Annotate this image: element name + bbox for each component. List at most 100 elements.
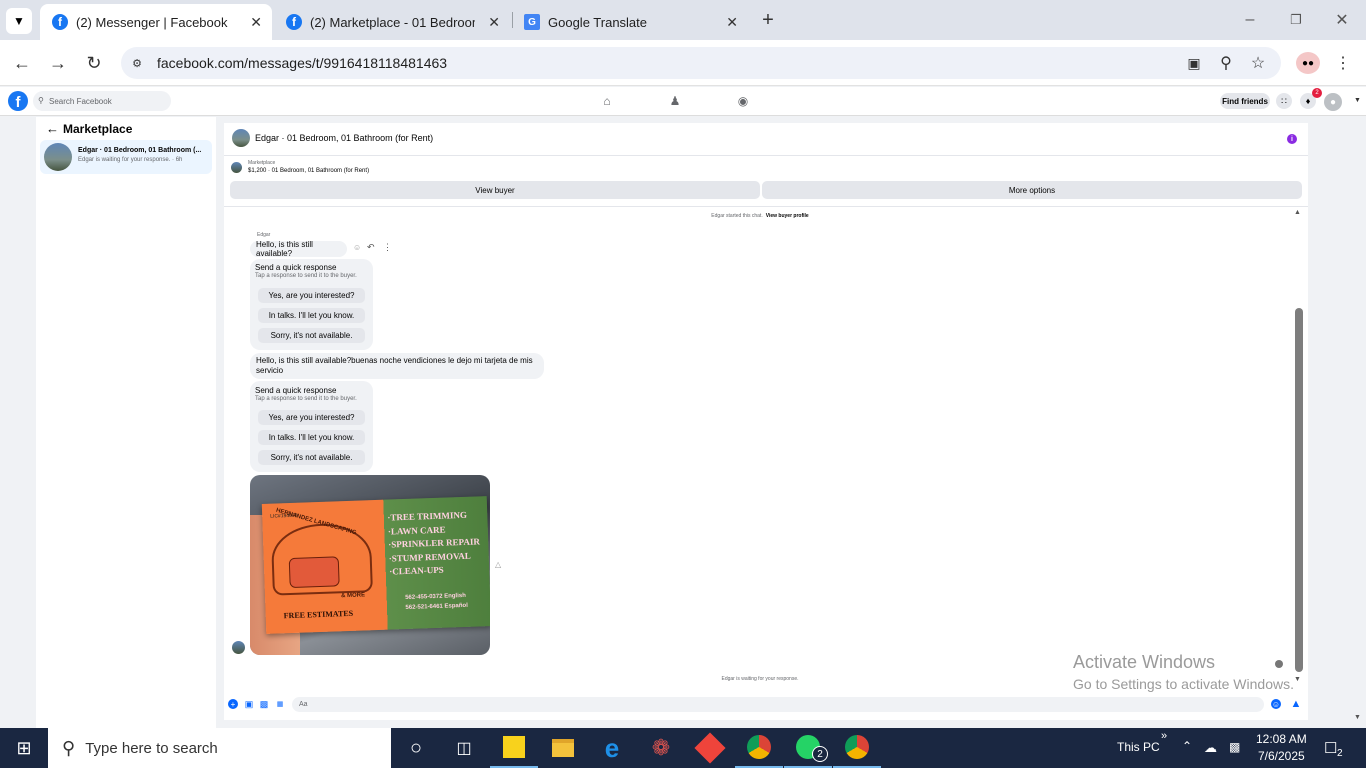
- scroll-down-arrow-icon[interactable]: ▼: [1294, 676, 1301, 683]
- emoji-icon[interactable]: ☺: [1271, 699, 1281, 709]
- sticky-notes-icon[interactable]: [490, 728, 538, 768]
- tab-marketplace[interactable]: f (2) Marketplace - 01 Bedroom, 0 ✕: [274, 4, 510, 40]
- file-explorer-icon[interactable]: [539, 728, 587, 768]
- facebook-favicon-icon: f: [286, 14, 302, 30]
- quick-response-card: Send a quick response Tap a response to …: [250, 259, 373, 350]
- task-view-icon[interactable]: ◫: [440, 728, 488, 768]
- chrome-profile-icon[interactable]: [833, 728, 881, 768]
- install-app-icon[interactable]: ▣: [1182, 52, 1206, 74]
- reply-icon[interactable]: ↶: [367, 242, 375, 253]
- groups-icon[interactable]: ◉: [734, 93, 752, 109]
- quick-response-option[interactable]: In talks. I'll let you know.: [258, 430, 365, 445]
- view-buyer-button[interactable]: View buyer: [230, 181, 760, 199]
- activate-windows-subtitle: Go to Settings to activate Windows.: [1073, 676, 1294, 692]
- quick-response-option[interactable]: Yes, are you interested?: [258, 288, 365, 303]
- message-bubble[interactable]: Hello, is this still available?: [250, 240, 347, 258]
- react-emoji-icon[interactable]: ☺: [353, 243, 361, 252]
- share-icon[interactable]: △: [495, 560, 501, 569]
- pinned-app-icon[interactable]: ❁: [637, 728, 685, 768]
- show-hidden-icons-icon[interactable]: ⌃: [1182, 739, 1192, 753]
- address-bar[interactable]: ⚙ facebook.com/messages/t/99164181184814…: [121, 47, 1281, 79]
- account-avatar[interactable]: ●: [1324, 93, 1342, 111]
- back-arrow-icon[interactable]: ←: [46, 121, 59, 136]
- back-arrow-icon[interactable]: ←: [10, 51, 34, 75]
- facebook-favicon-icon: f: [52, 14, 68, 30]
- activate-windows-title: Activate Windows: [1073, 652, 1216, 672]
- edge-browser-icon[interactable]: e: [588, 728, 636, 768]
- card-services: ·TREE TRIMMING ·LAWN CARE ·SPRINKLER REP…: [387, 508, 481, 579]
- view-buyer-profile-link[interactable]: View buyer profile: [766, 213, 809, 219]
- thumbs-up-icon[interactable]: ▲: [1290, 698, 1302, 710]
- conversation-list-item[interactable]: Edgar · 01 Bedroom, 01 Bathroom (... Edg…: [40, 140, 212, 174]
- taskbar-search-placeholder: Type here to search: [85, 739, 218, 757]
- network-icon[interactable]: ▩: [1229, 740, 1240, 754]
- tab-close-icon[interactable]: ✕: [488, 14, 500, 31]
- sticker-icon[interactable]: ▩: [259, 699, 269, 709]
- more-actions-icon[interactable]: ⋮: [383, 242, 392, 253]
- reload-icon[interactable]: ↻: [82, 51, 106, 75]
- clock[interactable]: 12:08 AM 7/6/2025: [1256, 731, 1307, 765]
- scroll-up-arrow-icon[interactable]: ▲: [1294, 209, 1301, 216]
- windows-start-icon[interactable]: ⊞: [0, 728, 48, 768]
- browser-menu-icon[interactable]: ⋮: [1334, 52, 1352, 74]
- menu-grid-icon[interactable]: ∷: [1276, 93, 1292, 109]
- window-minimize-icon[interactable]: –: [1238, 8, 1262, 32]
- anydesk-icon[interactable]: [686, 728, 734, 768]
- message-text: Hello, is this still available?: [256, 240, 313, 258]
- more-options-button[interactable]: More options: [762, 181, 1302, 199]
- quick-response-option[interactable]: Sorry, it's not available.: [258, 450, 365, 465]
- tab-close-icon[interactable]: ✕: [250, 14, 262, 31]
- chrome-icon[interactable]: [735, 728, 783, 768]
- account-chevron-icon[interactable]: ▼: [1354, 97, 1361, 104]
- new-tab-plus-icon[interactable]: +: [756, 8, 780, 32]
- waiting-status: Edgar is waiting for your response.: [721, 676, 799, 682]
- photo-icon[interactable]: ▣: [244, 699, 254, 709]
- card-phones: 562-455-0372 English 562-521-6461 Españo…: [405, 591, 468, 613]
- forward-arrow-icon[interactable]: →: [46, 51, 70, 75]
- this-pc-label[interactable]: This PC: [1117, 740, 1160, 754]
- sender-name: Edgar: [257, 232, 271, 238]
- find-friends-button[interactable]: Find friends: [1220, 93, 1270, 109]
- toolbar-expand-icon[interactable]: »: [1161, 730, 1167, 742]
- chat-start-text: Edgar started this chat.: [711, 213, 763, 219]
- quick-response-option[interactable]: Sorry, it's not available.: [258, 328, 365, 343]
- onedrive-cloud-icon[interactable]: ☁: [1204, 740, 1217, 756]
- facebook-search-input[interactable]: ⚲ Search Facebook: [33, 91, 171, 111]
- quick-response-subtitle: Tap a response to send it to the buyer.: [255, 396, 357, 402]
- bookmark-star-icon[interactable]: ☆: [1246, 52, 1270, 74]
- conversation-title: Edgar · 01 Bedroom, 01 Bathroom (...: [78, 147, 202, 154]
- message-text: Hello, is this still available?buenas no…: [256, 356, 533, 375]
- facebook-logo-icon[interactable]: f: [8, 91, 28, 111]
- message-bubble[interactable]: Hello, is this still available?buenas no…: [250, 353, 544, 379]
- chat-scrollbar-thumb[interactable]: [1295, 308, 1303, 672]
- tab-google-translate[interactable]: G Google Translate ✕: [512, 4, 748, 40]
- sender-avatar: [232, 641, 245, 654]
- quick-response-option[interactable]: Yes, are you interested?: [258, 410, 365, 425]
- gif-icon[interactable]: ▦: [275, 699, 285, 709]
- cortana-icon[interactable]: ○: [392, 728, 440, 768]
- add-plus-icon[interactable]: +: [228, 699, 238, 709]
- info-icon[interactable]: i: [1287, 134, 1297, 144]
- message-input[interactable]: Aa: [292, 697, 1264, 712]
- tab-messenger[interactable]: f (2) Messenger | Facebook ✕: [40, 4, 272, 40]
- friends-icon[interactable]: ♟: [666, 93, 684, 109]
- business-card-photo[interactable]: LIC#194608 HERNANDEZ LANDSCAPING & MORE …: [250, 475, 490, 655]
- lawn-mower-icon: [288, 556, 340, 589]
- url-text[interactable]: facebook.com/messages/t/9916418118481463: [157, 55, 447, 71]
- action-center-icon[interactable]: ☐: [1324, 739, 1337, 757]
- page-scroll-down-icon[interactable]: ▼: [1354, 714, 1361, 721]
- home-icon[interactable]: ⌂: [598, 93, 616, 109]
- chat-avatar[interactable]: [232, 129, 250, 147]
- tab-close-icon[interactable]: ✕: [726, 14, 738, 31]
- taskbar-search-box[interactable]: ⚲ Type here to search: [48, 728, 391, 768]
- toolbar-divider: [224, 206, 1308, 207]
- profile-avatar[interactable]: ●●: [1296, 52, 1320, 74]
- zoom-icon[interactable]: ⚲: [1214, 52, 1238, 74]
- window-close-icon[interactable]: ✕: [1330, 8, 1354, 32]
- chat-title[interactable]: Edgar · 01 Bedroom, 01 Bathroom (for Ren…: [255, 133, 433, 143]
- tab-search-chevron-icon[interactable]: ▼: [6, 8, 32, 34]
- business-card: LIC#194608 HERNANDEZ LANDSCAPING & MORE …: [261, 496, 490, 634]
- site-settings-icon[interactable]: ⚙: [129, 55, 145, 71]
- quick-response-option[interactable]: In talks. I'll let you know.: [258, 308, 365, 323]
- window-restore-icon[interactable]: ❐: [1284, 8, 1308, 32]
